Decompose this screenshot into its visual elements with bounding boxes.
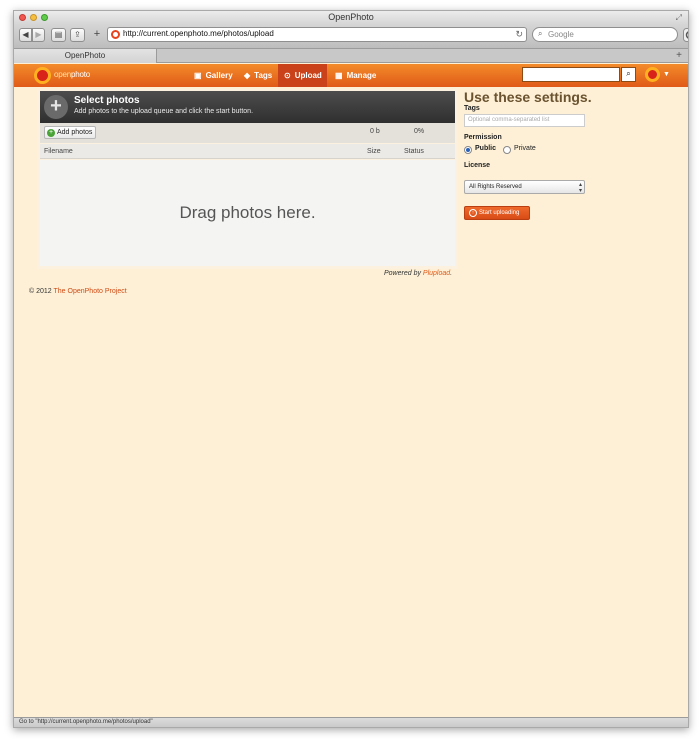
gear-icon[interactable] [683, 28, 689, 42]
url-text: http://current.openphoto.me/photos/uploa… [123, 29, 274, 38]
site-favicon-icon [111, 30, 120, 39]
add-photos-button[interactable]: + Add photos [44, 126, 96, 139]
book-icon: ▤ [54, 30, 63, 39]
status-bar: Go to "http://current.openphoto.me/photo… [14, 717, 688, 727]
settings-title: Use these settings. [464, 89, 592, 105]
column-filename: Filename [44, 148, 73, 155]
tab-bar: OpenPhoto + [14, 49, 688, 63]
chevron-down-icon: ▼ [663, 71, 670, 78]
plus-icon: + [44, 95, 68, 119]
license-label: License [464, 162, 491, 169]
select-arrows-icon: ▴ ▾ [578, 182, 582, 194]
plupload-link[interactable]: Plupload [423, 270, 450, 277]
fullscreen-icon[interactable]: ⤢ [676, 13, 682, 23]
search-placeholder: Google [548, 30, 574, 39]
avatar [645, 67, 660, 82]
grid-icon: ▦ [335, 71, 343, 80]
nav-tags[interactable]: ◆ Tags [238, 64, 278, 87]
search-icon: ⌕ [626, 69, 631, 78]
nav-upload[interactable]: ⊙ Upload [278, 64, 327, 87]
search-icon: ⌕ [538, 29, 543, 38]
openphoto-project-link[interactable]: The OpenPhoto Project [54, 288, 127, 295]
status-text: Go to "http://current.openphoto.me/photo… [19, 719, 153, 725]
bookmarks-button[interactable]: ▤ [51, 28, 66, 42]
upload-settings: Use these settings. Tags Optional comma-… [464, 89, 674, 229]
site-navbar: openphoto ▣ Gallery ◆ Tags ⊙ Upload ▦ Manage… [14, 64, 688, 87]
site-logo-text[interactable]: openphoto [54, 70, 90, 79]
permission-label: Permission [464, 134, 502, 141]
site-search-button[interactable]: ⌕ [621, 67, 636, 82]
total-size: 0 b [370, 128, 380, 135]
browser-toolbar: ◀ ▶ ▤ ⇪ + http://current.openphoto.me/ph… [14, 24, 688, 49]
add-icon: + [47, 129, 55, 137]
license-select[interactable]: All Rights Reserved ▴ ▾ [464, 180, 585, 194]
upload-subtitle: Add photos to the upload queue and click… [74, 108, 254, 115]
upload-header: + Select photos Add photos to the upload… [40, 91, 455, 123]
upload-panel: + Select photos Add photos to the upload… [37, 89, 458, 269]
permission-public-label: Public [475, 145, 497, 152]
permission-private-radio[interactable] [503, 146, 511, 154]
column-size: Size [367, 148, 381, 155]
forward-arrow-icon: ▶ [35, 30, 42, 39]
column-status: Status [404, 148, 424, 155]
back-button[interactable]: ◀ [19, 28, 32, 42]
start-uploading-button[interactable]: ↑ Start uploading [464, 206, 530, 220]
share-button[interactable]: ⇪ [70, 28, 85, 42]
permission-private-label: Private [514, 145, 536, 152]
reload-icon[interactable]: ↻ [515, 29, 523, 40]
upload-icon: ↑ [469, 209, 477, 217]
tags-label: Tags [464, 105, 480, 112]
image-icon: ▣ [194, 71, 202, 80]
tab-openphoto[interactable]: OpenPhoto [14, 49, 157, 63]
forward-button[interactable]: ▶ [32, 28, 45, 42]
drop-zone[interactable]: Drag photos here. [40, 160, 455, 266]
nav-manage[interactable]: ▦ Manage [329, 64, 382, 87]
browser-search-input[interactable]: ⌕ Google [532, 27, 678, 42]
site-search-input[interactable] [522, 67, 620, 82]
user-menu[interactable]: ▼ [645, 67, 673, 84]
title-bar: OpenPhoto ⤢ [14, 11, 688, 24]
upload-actions-bar: + Add photos 0 b 0% [40, 123, 455, 143]
window-title: OpenPhoto [328, 12, 374, 22]
upload-icon: ⊙ [284, 71, 291, 80]
footer: © 2012 The OpenPhoto Project [29, 288, 127, 295]
openphoto-logo-icon[interactable] [34, 67, 51, 84]
drop-zone-text: Drag photos here. [179, 203, 316, 222]
add-bookmark-button[interactable]: + [90, 28, 104, 42]
permission-public-radio[interactable] [464, 146, 472, 154]
share-icon: ⇪ [74, 30, 81, 39]
tags-input[interactable]: Optional comma-separated list [464, 114, 585, 127]
nav-gallery[interactable]: ▣ Gallery [188, 64, 239, 87]
powered-by: Powered by Plupload. [384, 270, 453, 277]
address-bar[interactable]: http://current.openphoto.me/photos/uploa… [107, 27, 527, 42]
tag-icon: ◆ [244, 71, 251, 80]
file-list-header: Filename Size Status [40, 144, 455, 159]
total-percent: 0% [414, 128, 425, 135]
plus-icon: + [93, 28, 101, 40]
new-tab-icon[interactable]: + [676, 49, 682, 63]
back-arrow-icon: ◀ [22, 30, 29, 39]
upload-title: Select photos [74, 95, 140, 106]
browser-window: OpenPhoto ⤢ ◀ ▶ ▤ ⇪ + http://current.ope… [13, 10, 689, 728]
